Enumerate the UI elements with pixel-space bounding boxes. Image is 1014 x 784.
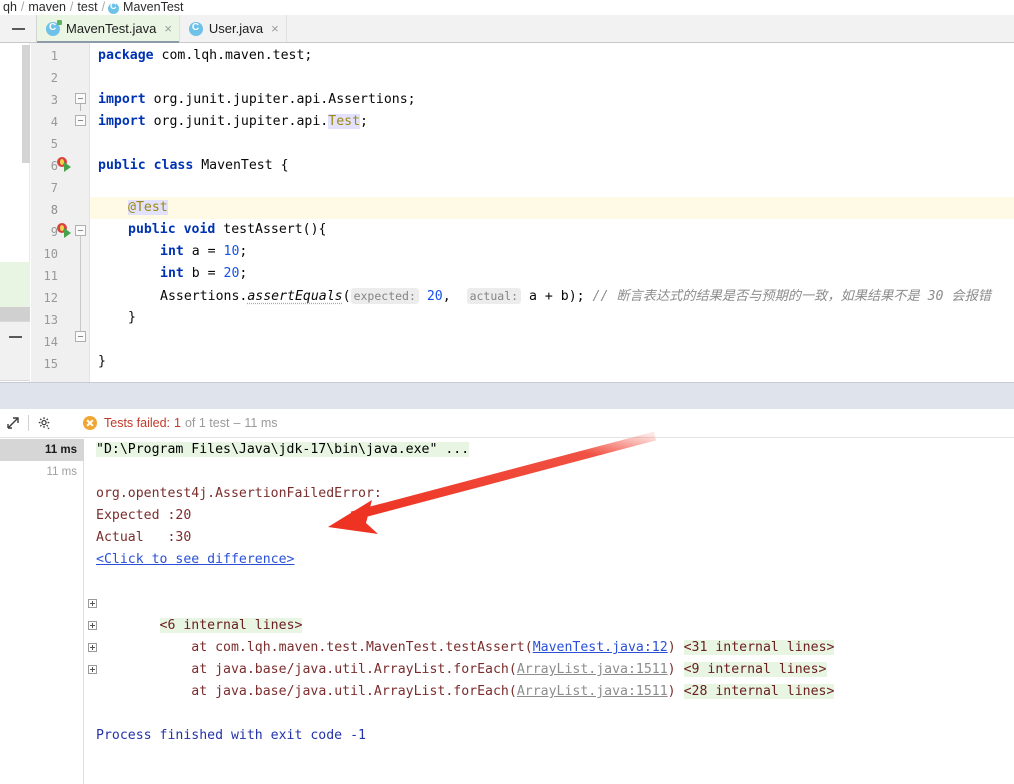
- line-number: 13: [43, 313, 58, 327]
- panel-splitter[interactable]: [0, 382, 1014, 409]
- code-line-4: import org.junit.jupiter.api.Test;: [98, 114, 368, 129]
- editor-gutter[interactable]: 1 2 3 4 5 6 7 8 9 10 11 12 13 14 15: [31, 43, 90, 382]
- java-class-icon: [188, 21, 203, 36]
- run-test-class-icon[interactable]: [57, 157, 75, 173]
- status-failed-label: Tests failed:: [104, 416, 171, 430]
- tab-maventest-java[interactable]: MavenTest.java ×: [37, 15, 180, 43]
- line-number: 12: [43, 291, 58, 305]
- run-panel-toolbar: Tests failed: 1 of 1 test – 11 ms: [0, 409, 1014, 438]
- fold-icon-method[interactable]: [75, 225, 86, 243]
- java-class-icon: [108, 1, 120, 14]
- console-line-stack-0[interactable]: at com.lqh.maven.test.MavenTest.testAsse…: [88, 615, 835, 655]
- code-line-11: int b = 20;: [160, 266, 248, 281]
- console-line-diff-link[interactable]: <Click to see difference>: [96, 549, 295, 571]
- line-number: 9: [50, 225, 58, 239]
- fold-icon-imports[interactable]: [75, 93, 86, 111]
- line-number: 1: [50, 49, 58, 63]
- breadcrumb-separator: /: [20, 0, 25, 14]
- tab-label: MavenTest.java: [66, 21, 157, 36]
- console-line-expected: Expected :20: [96, 508, 192, 523]
- line-number: 6: [50, 159, 58, 173]
- stack-link-arraylist[interactable]: ArrayList.java:1511: [517, 684, 668, 699]
- console-line-process-finished: Process finished with exit code -1: [96, 728, 366, 743]
- console-output[interactable]: "D:\Program Files\Java\jdk-17\bin\java.e…: [85, 439, 1014, 784]
- code-line-13: }: [128, 310, 136, 325]
- collapse-icon[interactable]: [0, 15, 37, 42]
- tab-label: User.java: [208, 21, 264, 36]
- line-number: 8: [50, 203, 58, 217]
- fold-region-line: [80, 236, 81, 331]
- line-number: 4: [50, 115, 58, 129]
- fold-icon-method-end[interactable]: [75, 331, 86, 342]
- console-line-actual: Actual :30: [96, 530, 192, 545]
- line-number: 2: [50, 71, 58, 85]
- expand-icon[interactable]: [88, 643, 97, 652]
- line-number: 5: [50, 137, 58, 151]
- assert-equals-method: assertEquals: [247, 289, 343, 304]
- tab-user-java[interactable]: User.java ×: [180, 15, 287, 42]
- breadcrumb-separator: /: [101, 0, 106, 14]
- line-number: 7: [50, 181, 58, 195]
- status-failed-count: 1: [174, 416, 181, 430]
- run-test-method-icon[interactable]: [57, 223, 75, 239]
- expand-icon[interactable]: [88, 599, 97, 608]
- line-number: 11: [43, 269, 58, 283]
- code-line-12: Assertions.assertEquals(expected: 20, ac…: [160, 288, 991, 304]
- timing-value: 11 ms: [45, 444, 77, 456]
- code-line-3: import org.junit.jupiter.api.Assertions;: [98, 92, 416, 107]
- code-line-9: public void testAssert(){: [128, 222, 327, 237]
- console-line-internal-0[interactable]: <6 internal lines>: [88, 593, 303, 633]
- close-icon[interactable]: ×: [164, 22, 172, 35]
- expand-icon[interactable]: [88, 621, 97, 630]
- breadcrumb-item-2[interactable]: test: [77, 0, 97, 14]
- fold-icon-import-end[interactable]: [75, 115, 86, 126]
- line-number: 3: [50, 93, 58, 107]
- test-status-bar: Tests failed: 1 of 1 test – 11 ms: [83, 416, 278, 430]
- param-hint-expected: expected:: [350, 288, 419, 304]
- breadcrumb-item-0[interactable]: qh: [3, 0, 17, 14]
- expand-window-icon[interactable]: [0, 409, 26, 438]
- run-console[interactable]: 11 ms 11 ms "D:\Program Files\Java\jdk-1…: [0, 439, 1014, 784]
- breadcrumb-separator: /: [69, 0, 74, 14]
- overview-empty-row: [0, 352, 30, 381]
- test-failed-icon: [83, 416, 97, 430]
- line-number: 14: [43, 335, 58, 349]
- console-line-stack-2[interactable]: at java.base/java.util.ArrayList.forEach…: [88, 659, 835, 699]
- code-line-1: package com.lqh.maven.test;: [98, 48, 313, 63]
- breadcrumb-item-1[interactable]: maven: [28, 0, 66, 14]
- console-timing-column: 11 ms 11 ms: [0, 439, 84, 784]
- line-number: 15: [43, 357, 58, 371]
- console-line-command: "D:\Program Files\Java\jdk-17\bin\java.e…: [96, 442, 470, 457]
- status-total-label: of 1 test: [184, 416, 230, 430]
- vertical-scrollbar-thumb[interactable]: [22, 45, 30, 163]
- code-line-8: @Test: [128, 200, 168, 215]
- panel-collapse-icon[interactable]: [0, 321, 30, 353]
- status-duration: 11 ms: [244, 416, 278, 430]
- breadcrumb[interactable]: qh / maven / test / MavenTest: [0, 0, 1014, 14]
- toolbar-divider: [28, 415, 29, 431]
- overview-highlight-marker: [0, 307, 30, 321]
- code-line-10: int a = 10;: [160, 244, 248, 259]
- console-line-exception: org.opentest4j.AssertionFailedError:: [96, 486, 382, 501]
- caret-row-highlight: [90, 197, 1014, 219]
- code-editor[interactable]: 1 2 3 4 5 6 7 8 9 10 11 12 13 14 15 pack…: [0, 43, 1014, 382]
- breadcrumb-item-3[interactable]: MavenTest: [123, 0, 183, 14]
- code-line-6: public class MavenTest {: [98, 158, 289, 173]
- gear-icon[interactable]: [31, 409, 57, 438]
- param-hint-actual: actual:: [466, 288, 522, 304]
- line-number: 10: [43, 247, 58, 261]
- code-text-area[interactable]: package com.lqh.maven.test; import org.j…: [90, 43, 1014, 382]
- editor-overview-strip[interactable]: [0, 43, 30, 382]
- expand-icon[interactable]: [88, 665, 97, 674]
- timing-value: 11 ms: [46, 466, 77, 478]
- inline-comment: // 断言表达式的结果是否与预期的一致，如果结果不是 30 会报错: [592, 289, 991, 304]
- java-test-class-icon: [46, 19, 62, 36]
- code-line-15: }: [98, 354, 106, 369]
- close-icon[interactable]: ×: [271, 22, 279, 35]
- status-dash: –: [233, 416, 241, 430]
- overview-changed-marker: [0, 262, 30, 307]
- console-line-stack-1[interactable]: at java.base/java.util.ArrayList.forEach…: [88, 637, 827, 677]
- editor-tab-bar: MavenTest.java × User.java ×: [0, 15, 1014, 43]
